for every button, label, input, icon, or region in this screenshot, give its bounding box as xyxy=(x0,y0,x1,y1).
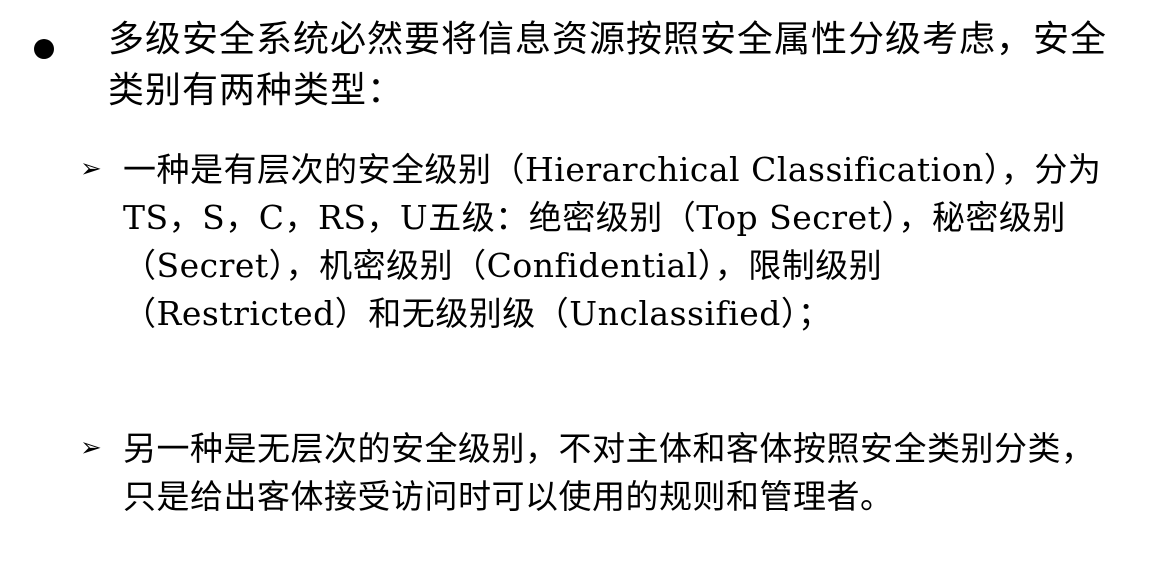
main-bullet-text: 多级安全系统必然要将信息资源按照安全属性分级考虑，安全类别有两种类型： xyxy=(108,19,1108,111)
sub-bullet-text: 一种是有层次的安全级别（Hierarchical Classification）… xyxy=(123,150,1102,333)
slide: 多级安全系统必然要将信息资源按照安全属性分级考虑，安全类别有两种类型： ➢ 一种… xyxy=(0,0,1168,579)
arrow-bullet-icon: ➢ xyxy=(80,433,102,463)
sub-bullet-text: 另一种是无层次的安全级别，不对主体和客体按照安全类别分类，只是给出客体接受访问时… xyxy=(123,429,1095,516)
bullet-dot-icon xyxy=(34,39,54,59)
arrow-bullet-icon: ➢ xyxy=(80,154,102,184)
